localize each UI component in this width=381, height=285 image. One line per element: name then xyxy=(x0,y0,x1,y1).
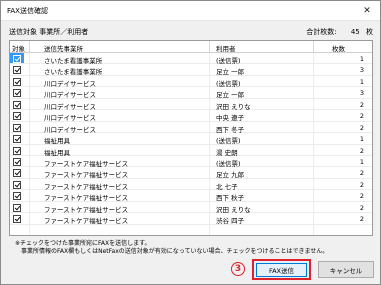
total-unit: 枚 xyxy=(366,28,373,36)
target-checkbox[interactable] xyxy=(13,169,21,178)
target-checkbox[interactable] xyxy=(13,100,21,109)
total-label: 合計枚数: xyxy=(306,28,337,36)
page-count: 3 xyxy=(359,89,364,98)
cancel-button[interactable]: キャンセル xyxy=(318,261,374,278)
step-marker: 3 xyxy=(231,262,245,276)
table-row[interactable]: ファーストケア福祉サービス 沢田 えりな 2 xyxy=(10,202,372,214)
table-row[interactable]: ファーストケア福祉サービス (送信票) 1 xyxy=(10,156,372,168)
table-header: 対象 送信先事業所 利用者 枚数 xyxy=(10,41,372,53)
fax-send-label: FAX送信 xyxy=(256,262,307,277)
column-divider xyxy=(313,41,314,53)
column-divider xyxy=(209,41,210,53)
table-row[interactable]: 川口デイサービス 西下 冬子 2 xyxy=(10,122,372,134)
note-line-1: ※チェックをつけた事業所宛にFAXを送信します。 xyxy=(15,240,151,247)
page-count: 2 xyxy=(359,203,364,212)
fax-send-button[interactable]: FAX送信 xyxy=(252,259,311,280)
target-checkbox[interactable] xyxy=(13,180,21,189)
page-count: 2 xyxy=(359,112,364,121)
page-count: 1 xyxy=(359,157,364,166)
page-count: 2 xyxy=(359,169,364,178)
table-row[interactable]: 福祉用具湯 史朗 2 xyxy=(10,145,372,157)
page-count: 1 xyxy=(359,135,364,144)
column-divider xyxy=(29,41,30,53)
page-count: 1 xyxy=(359,77,364,86)
page-count: 2 xyxy=(359,192,364,201)
table-row[interactable]: 福祉用具 (送信票) 1 xyxy=(10,133,372,145)
summary-bar: 送信対象 事業所／利用者 合計枚数: 45 枚 xyxy=(9,27,373,37)
close-icon[interactable]: ✕ xyxy=(354,1,380,20)
page-count: 2 xyxy=(359,215,364,224)
table-row[interactable]: さいたま看護事業所 (送信票) 1 xyxy=(10,53,372,65)
target-checkbox[interactable] xyxy=(13,192,21,201)
page-count: 2 xyxy=(359,146,364,155)
target-checkbox[interactable] xyxy=(13,66,21,75)
summary-label: 送信対象 事業所／利用者 xyxy=(9,28,89,36)
table-row[interactable]: 川口デイサービス 沢田 えりな 2 xyxy=(10,99,372,111)
dialog-title: FAX送信確認 xyxy=(7,7,48,15)
user-name: 渋谷 四子 xyxy=(216,217,245,226)
page-count: 1 xyxy=(359,55,364,63)
table-row[interactable]: 川口デイサービス (送信票) 1 xyxy=(10,76,372,88)
recipient-table[interactable]: 対象 送信先事業所 利用者 枚数 さいたま看護事業所 (送信票) 1 さいたま看護事業… xyxy=(9,40,373,236)
table-row[interactable]: 川口デイサービス 足立 一郎 3 xyxy=(10,87,372,99)
table-body: さいたま看護事業所 (送信票) 1 さいたま看護事業所 足立 一郎 3 川口デイサービス (送… xyxy=(10,53,372,225)
header-count[interactable]: 枚数 xyxy=(332,43,345,53)
table-row[interactable]: ファーストケア福祉サービス 足立 九郎 2 xyxy=(10,167,372,179)
total-pages: 合計枚数: 45 枚 xyxy=(302,27,373,37)
table-row[interactable]: ファーストケア福祉サービス 渋谷 四子 2 xyxy=(10,213,372,226)
page-count: 3 xyxy=(359,66,364,75)
target-checkbox[interactable] xyxy=(13,123,21,132)
target-checkbox[interactable] xyxy=(13,77,21,86)
note-line-2: 事業所情報のFAX欄もしくはNetFaxの送信対象が有効になっていない場合、チェ… xyxy=(21,248,329,255)
notes: ※チェックをつけた事業所宛にFAXを送信します。 事業所情報のFAX欄もしくはN… xyxy=(15,240,375,256)
page-count: 2 xyxy=(359,123,364,132)
target-checkbox[interactable] xyxy=(13,135,21,144)
target-checkbox[interactable] xyxy=(13,146,21,155)
target-checkbox[interactable] xyxy=(13,215,21,224)
table-row[interactable]: ファーストケア福祉サービス北 七子 2 xyxy=(10,179,372,191)
table-row[interactable]: さいたま看護事業所 足立 一郎 3 xyxy=(10,64,372,76)
total-value: 45 xyxy=(350,28,360,36)
header-check[interactable]: 対象 xyxy=(12,43,25,53)
page-count: 2 xyxy=(359,100,364,109)
target-checkbox[interactable] xyxy=(13,89,21,98)
target-checkbox[interactable] xyxy=(13,112,21,121)
office-name: ファーストケア福祉サービス xyxy=(44,217,129,226)
fax-confirm-dialog: FAX送信確認 ✕ 送信対象 事業所／利用者 合計枚数: 45 枚 対象 送信先… xyxy=(0,0,381,285)
title-bar: FAX送信確認 ✕ xyxy=(1,1,380,21)
target-checkbox[interactable] xyxy=(13,55,21,63)
header-office[interactable]: 送信先事業所 xyxy=(44,43,83,53)
table-row[interactable]: 川口デイサービス 中央 遼子 2 xyxy=(10,110,372,122)
header-user[interactable]: 利用者 xyxy=(216,43,236,53)
table-row[interactable]: ファーストケア福祉サービス 西下 秋子 2 xyxy=(10,190,372,202)
target-checkbox[interactable] xyxy=(13,157,21,166)
target-checkbox[interactable] xyxy=(13,203,21,212)
page-count: 2 xyxy=(359,180,364,189)
